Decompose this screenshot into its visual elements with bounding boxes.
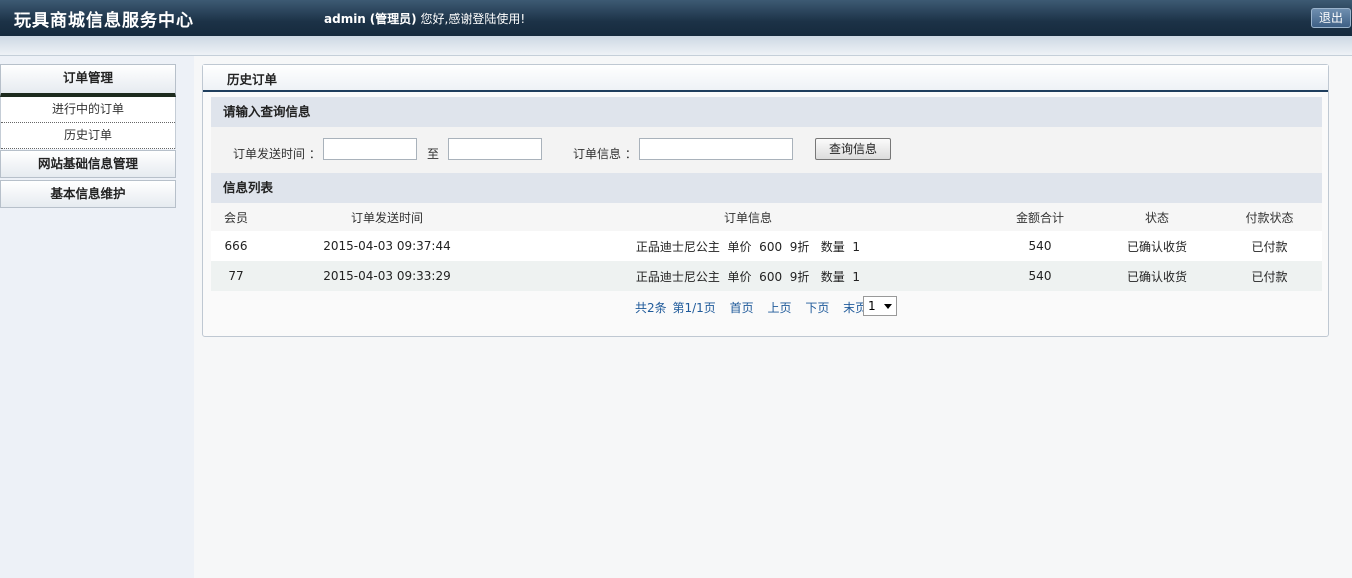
user-role: (管理员)	[369, 12, 417, 26]
order-info-label: 订单信息 ：	[573, 147, 637, 161]
cell-order-info: 正品迪士尼公主 单价 600 9折 数量 1	[513, 261, 983, 291]
sub-header-bar	[0, 36, 1352, 56]
cell-member: 77	[211, 261, 261, 291]
sidebar-section-basic-info[interactable]: 基本信息维护	[0, 180, 176, 208]
cell-payment-status: 已付款	[1217, 261, 1322, 291]
to-label: 至	[427, 147, 440, 161]
welcome-message: admin (管理员) 您好,感谢登陆使用!	[324, 10, 525, 27]
pager-summary: 共2条	[635, 301, 667, 315]
send-time-start-input[interactable]	[323, 138, 417, 160]
query-button[interactable]: 查询信息	[815, 138, 891, 160]
cell-total: 540	[983, 261, 1097, 291]
column-header-member: 会员	[211, 203, 261, 231]
list-heading: 信息列表	[211, 173, 1322, 203]
cell-order-info: 正品迪士尼公主 单价 600 9折 数量 1	[513, 231, 983, 261]
page-title: 历史订单	[203, 65, 1328, 92]
send-time-label: 订单发送时间 ：	[233, 147, 321, 161]
column-header-payment-status: 付款状态	[1217, 203, 1322, 231]
orders-table: 会员 订单发送时间 订单信息 金额合计 状态 付款状态 666 2015-04-…	[211, 203, 1322, 291]
sidebar-order-items: 进行中的订单 历史订单	[0, 97, 176, 149]
pager-next-link[interactable]: 下页	[805, 301, 829, 315]
cell-send-time: 2015-04-03 09:33:29	[261, 261, 513, 291]
column-header-send-time: 订单发送时间	[261, 203, 513, 231]
cell-payment-status: 已付款	[1217, 231, 1322, 261]
column-header-status: 状态	[1097, 203, 1217, 231]
pager-prev-link[interactable]: 上页	[767, 301, 791, 315]
table-row: 77 2015-04-03 09:33:29 正品迪士尼公主 单价 600 9折…	[211, 261, 1322, 291]
chevron-down-icon	[884, 304, 892, 309]
cell-send-time: 2015-04-03 09:37:44	[261, 231, 513, 261]
cell-status: 已确认收货	[1097, 261, 1217, 291]
column-header-total: 金额合计	[983, 203, 1097, 231]
sidebar-section-order-management[interactable]: 订单管理	[0, 64, 176, 97]
main-content: 历史订单 请输入查询信息 订单发送时间 ： 至 订单信息 ： 查询信息 信息列表…	[194, 56, 1352, 578]
query-form: 订单发送时间 ： 至 订单信息 ： 查询信息	[211, 127, 1322, 173]
sidebar-section-site-info[interactable]: 网站基础信息管理	[0, 150, 176, 178]
logout-button[interactable]: 退出	[1311, 8, 1351, 28]
order-info-input[interactable]	[639, 138, 793, 160]
history-orders-panel: 历史订单 请输入查询信息 订单发送时间 ： 至 订单信息 ： 查询信息 信息列表…	[202, 64, 1329, 337]
sidebar: 订单管理 进行中的订单 历史订单 网站基础信息管理 基本信息维护	[0, 56, 194, 578]
pager-page-info: 第1/1页	[672, 301, 716, 315]
page-select[interactable]: 1	[863, 296, 897, 316]
send-time-end-input[interactable]	[448, 138, 542, 160]
site-title: 玩具商城信息服务中心	[14, 11, 194, 31]
column-header-order-info: 订单信息	[513, 203, 983, 231]
username: admin	[324, 12, 366, 26]
query-heading: 请输入查询信息	[211, 97, 1322, 127]
table-row: 666 2015-04-03 09:37:44 正品迪士尼公主 单价 600 9…	[211, 231, 1322, 261]
sidebar-item-history-orders[interactable]: 历史订单	[1, 123, 175, 149]
page-select-value: 1	[868, 299, 876, 313]
sidebar-item-active-orders[interactable]: 进行中的订单	[1, 97, 175, 123]
pagination: 共2条 第1/1页 首页 上页 下页 末页 1	[635, 296, 897, 316]
top-header: 玩具商城信息服务中心 admin (管理员) 您好,感谢登陆使用! 退出	[0, 0, 1352, 36]
pager-first-link[interactable]: 首页	[730, 301, 754, 315]
table-header-row: 会员 订单发送时间 订单信息 金额合计 状态 付款状态	[211, 203, 1322, 231]
cell-total: 540	[983, 231, 1097, 261]
greeting-text: 您好,感谢登陆使用!	[420, 12, 526, 26]
cell-member: 666	[211, 231, 261, 261]
cell-status: 已确认收货	[1097, 231, 1217, 261]
